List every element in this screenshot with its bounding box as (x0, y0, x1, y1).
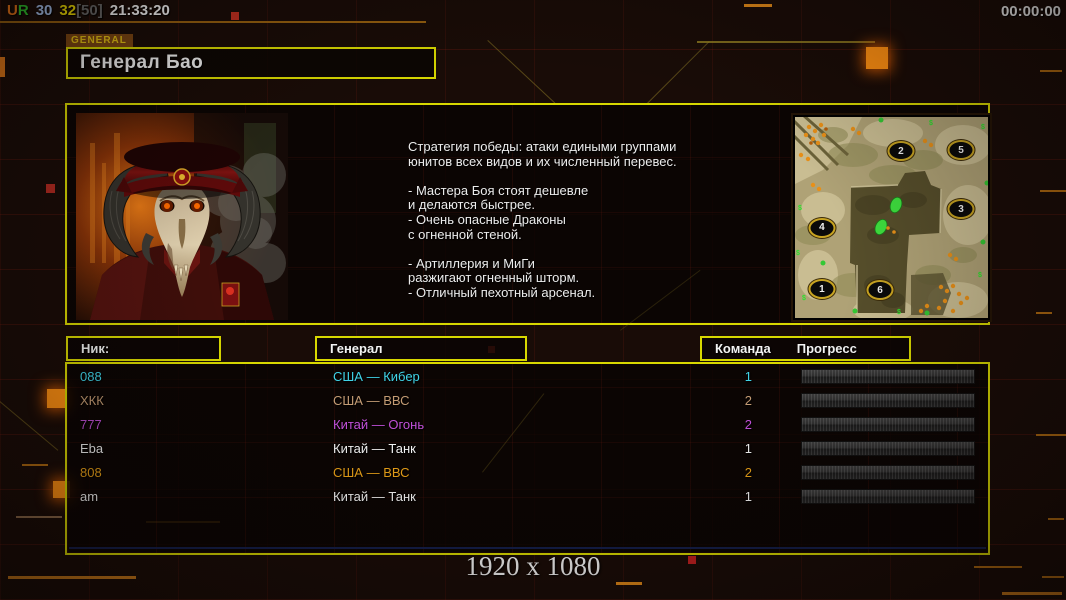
player-general: США — ВВС (333, 392, 410, 408)
page-title: Генерал Бао (80, 52, 204, 73)
strategy-line: Стратегия победы: атаки едиными группами (408, 139, 677, 154)
general-tag: GENERAL (66, 34, 133, 48)
general-portrait (76, 113, 288, 320)
strategy-line: с огненной стеной. (408, 226, 522, 242)
table-row: am Китай — Танк 1 (67, 484, 988, 508)
strategy-line: и делаются быстрее. (408, 197, 536, 213)
match-timer: 00:00:00 (1000, 3, 1061, 20)
player-nick: 088 (80, 368, 102, 384)
strategy-line: - Очень опасные Драконы (408, 211, 566, 227)
status-segment: 30 (35, 2, 53, 19)
circuit-line (1040, 190, 1066, 192)
player-general: Китай — Огонь (333, 416, 425, 432)
status-segment: [50] (76, 2, 103, 19)
column-header-label: Прогресс (796, 341, 857, 356)
circuit-line (1048, 518, 1064, 520)
table-row: ХКК США — ВВС 2 (67, 388, 988, 412)
table-row: 777 Китай — Огонь 2 (67, 412, 988, 436)
spawn-marker: 1 (808, 279, 836, 300)
circuit-node (866, 47, 888, 69)
column-header-general: Генерал (315, 336, 527, 361)
circuit-square (46, 184, 55, 193)
column-header-team-progress: Команда Прогресс (700, 336, 911, 361)
players-table: 088 США — Кибер 1 ХКК США — ВВС 2 777 Ки… (65, 362, 990, 555)
strategy-line (408, 169, 738, 184)
column-header-label: Команда (715, 341, 771, 356)
page-title-box: Генерал Бао (66, 47, 436, 79)
column-header-nick: Ник: (66, 336, 221, 361)
status-bar: UR 30 32[50] 21:33:20 (7, 2, 170, 19)
circuit-line (697, 41, 875, 43)
circuit-line (1002, 592, 1062, 595)
strategy-line: - Артиллерия и МиГи (408, 255, 535, 271)
player-team: 1 (744, 488, 752, 504)
spawn-marker: 5 (947, 140, 975, 161)
circuit-line (1036, 312, 1052, 314)
player-progress-bar (801, 368, 975, 384)
strategy-line: юнитов всех видов и их численный перевес… (408, 153, 677, 169)
table-row: 808 США — ВВС 2 (67, 460, 988, 484)
minimap-spawns: 1 2 3 4 5 6 (793, 115, 990, 320)
player-nick: am (80, 488, 99, 504)
strategy-line (408, 242, 738, 257)
loading-screen: UR 30 32[50] 21:33:20 00:00:00 GENERAL Гене… (0, 0, 1066, 600)
player-team: 2 (744, 464, 752, 480)
circuit-line (1040, 70, 1062, 72)
divider-line (69, 547, 986, 549)
circuit-line (1036, 434, 1066, 436)
player-nick: 777 (80, 416, 102, 432)
table-row: 088 США — Кибер 1 (67, 364, 988, 388)
status-clock: 21:33:20 (109, 2, 170, 19)
column-header-label: Ник: (81, 341, 110, 356)
circuit-line (0, 21, 426, 23)
player-team: 1 (744, 368, 752, 384)
player-progress-bar (801, 488, 975, 504)
status-segment: 32 (59, 2, 77, 19)
circuit-node (47, 389, 66, 408)
player-team: 1 (744, 440, 752, 456)
strategy-text: Стратегия победы: атаки едиными группами… (408, 139, 738, 301)
player-progress-bar (801, 440, 975, 456)
table-row: Eba Китай — Танк 1 (67, 436, 988, 460)
resolution-label: 1920 x 1080 (465, 551, 601, 581)
spawn-marker: 6 (866, 280, 894, 301)
circuit-square (231, 12, 239, 20)
column-header-label: Генерал (330, 341, 383, 356)
circuit-line (16, 516, 62, 518)
spawn-marker: 2 (887, 141, 915, 162)
minimap: $ $ $ $ $ $ $ 12 3 4 5 6 (791, 113, 992, 322)
player-nick: Eba (80, 440, 104, 456)
player-nick: ХКК (80, 392, 104, 408)
player-team: 2 (744, 392, 752, 408)
player-nick: 808 (80, 464, 102, 480)
player-general: США — Кибер (333, 368, 420, 384)
status-segment: R (17, 2, 29, 19)
strategy-line: - Отличный пехотный арсенал. (408, 284, 596, 300)
player-general: США — ВВС (333, 464, 410, 480)
circuit-line (744, 4, 772, 7)
circuit-line (616, 582, 642, 585)
strategy-line: - Мастера Боя стоят дешевле (408, 182, 589, 198)
player-progress-bar (801, 416, 975, 432)
demon-general-portrait-image (76, 113, 288, 320)
briefing-panel: Стратегия победы: атаки едиными группами… (65, 103, 992, 331)
circuit-square (0, 57, 5, 77)
spawn-marker: 3 (947, 199, 975, 220)
player-general: Китай — Танк (333, 488, 416, 504)
player-progress-bar (801, 392, 975, 408)
circuit-line (22, 464, 48, 466)
player-team: 2 (744, 416, 752, 432)
status-segment: U (7, 2, 18, 19)
player-progress-bar (801, 464, 975, 480)
spawn-marker: 4 (808, 217, 836, 238)
